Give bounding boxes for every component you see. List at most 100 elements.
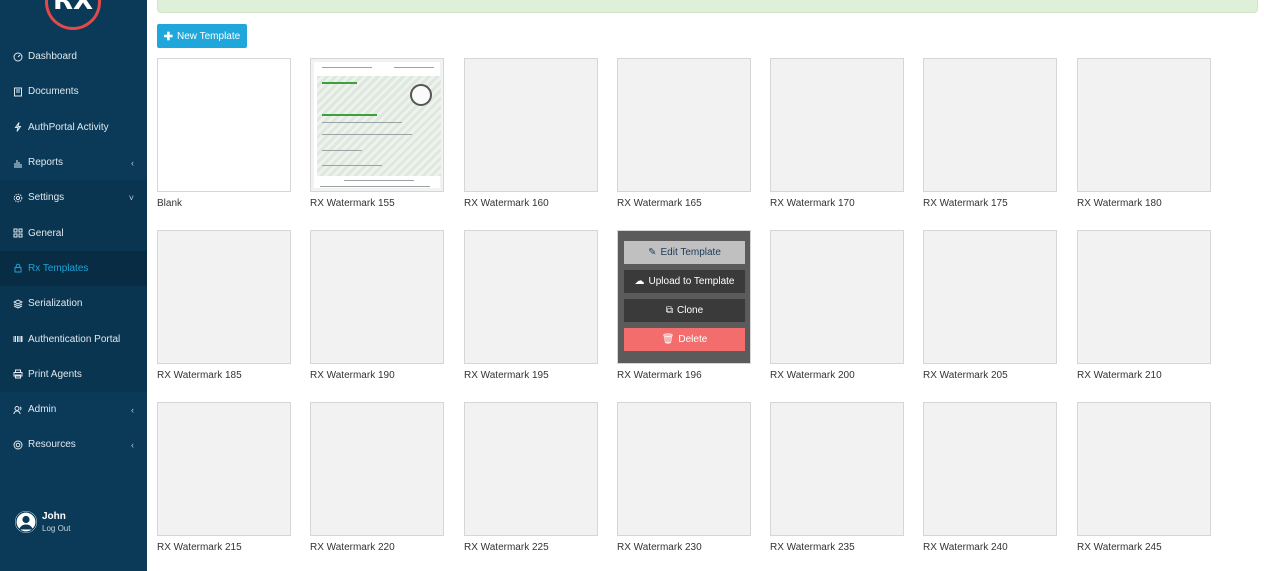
sidebar-item-print-agents[interactable]: Print Agents xyxy=(0,356,147,392)
template-name: Blank xyxy=(157,198,183,209)
template-thumbnail[interactable] xyxy=(310,58,444,192)
template-name: RX Watermark 215 xyxy=(157,542,242,553)
template-name: RX Watermark 170 xyxy=(770,198,855,209)
template-name: RX Watermark 240 xyxy=(923,542,1008,553)
barcode-icon xyxy=(12,333,24,345)
template-name: RX Watermark 200 xyxy=(770,370,855,381)
template-thumbnail[interactable] xyxy=(923,402,1057,536)
template-thumbnail[interactable] xyxy=(464,230,598,364)
avatar[interactable] xyxy=(15,511,37,533)
chevron-left-icon: ‹ xyxy=(131,157,134,168)
template-thumbnail[interactable] xyxy=(310,230,444,364)
pencil-icon: ✎ xyxy=(648,247,657,258)
layers-icon xyxy=(12,298,24,310)
template-card[interactable]: RX Watermark 240 xyxy=(923,402,1057,553)
template-card[interactable]: RX Watermark 190 xyxy=(310,230,444,381)
template-card[interactable]: RX Watermark 225 xyxy=(464,402,598,553)
template-card[interactable]: RX Watermark 160 xyxy=(464,58,598,209)
template-card[interactable]: RX Watermark 205 xyxy=(923,230,1057,381)
template-thumbnail[interactable] xyxy=(310,402,444,536)
template-name: RX Watermark 165 xyxy=(617,198,702,209)
documents-icon xyxy=(12,86,24,98)
plus-icon: ✚ xyxy=(163,30,174,43)
template-thumbnail[interactable] xyxy=(157,230,291,364)
template-card[interactable]: ✎ Edit Template ☁ Upload to Template ⧉ Clone 🗑… xyxy=(617,230,751,381)
template-thumbnail[interactable] xyxy=(617,58,751,192)
template-card[interactable]: Blank xyxy=(157,58,291,209)
sidebar-item-general[interactable]: General xyxy=(0,215,147,251)
template-card[interactable]: RX Watermark 235 xyxy=(770,402,904,553)
upload-to-template-label: Upload to Template xyxy=(648,276,735,287)
template-thumbnail[interactable] xyxy=(617,402,751,536)
template-name: RX Watermark 225 xyxy=(464,542,549,553)
template-card[interactable]: RX Watermark 165 xyxy=(617,58,751,209)
template-card[interactable]: RX Watermark 185 xyxy=(157,230,291,381)
template-name: RX Watermark 230 xyxy=(617,542,702,553)
sidebar-item-authportal-activity[interactable]: AuthPortal Activity xyxy=(0,110,147,145)
sidebar-item-label: Rx Templates xyxy=(28,262,89,274)
grid-icon xyxy=(12,227,24,239)
template-thumbnail[interactable] xyxy=(770,230,904,364)
template-name: RX Watermark 235 xyxy=(770,542,855,553)
lock-icon xyxy=(12,262,24,274)
chevron-down-icon: ˅ xyxy=(128,192,134,203)
rx-logo[interactable]: RX xyxy=(45,0,101,30)
alert-banner xyxy=(157,0,1258,13)
delete-button[interactable]: 🗑 Delete xyxy=(624,328,745,351)
template-thumbnail[interactable] xyxy=(1077,230,1211,364)
template-card[interactable]: RX Watermark 245 xyxy=(1077,402,1211,553)
logo-text: RX xyxy=(52,0,94,16)
sidebar-item-label: Authentication Portal xyxy=(28,333,121,345)
template-thumbnail[interactable]: ✎ Edit Template ☁ Upload to Template ⧉ Clone 🗑… xyxy=(617,230,751,364)
logout-link[interactable]: Log Out xyxy=(42,524,70,533)
template-card[interactable]: RX Watermark 195 xyxy=(464,230,598,381)
template-card[interactable]: RX Watermark 170 xyxy=(770,58,904,209)
sidebar-item-label: Reports xyxy=(28,157,64,169)
edit-template-button[interactable]: ✎ Edit Template xyxy=(624,241,745,264)
template-name: RX Watermark 175 xyxy=(923,198,1008,209)
template-thumbnail[interactable] xyxy=(1077,402,1211,536)
template-thumbnail[interactable] xyxy=(157,402,291,536)
upload-to-template-button[interactable]: ☁ Upload to Template xyxy=(624,270,745,293)
sidebar-item-settings[interactable]: Settings ˅ xyxy=(0,180,147,216)
template-name: RX Watermark 196 xyxy=(617,370,702,381)
template-card[interactable]: RX Watermark 155 xyxy=(310,58,444,209)
template-thumbnail[interactable] xyxy=(157,58,291,192)
template-card[interactable]: RX Watermark 230 xyxy=(617,402,751,553)
template-name: RX Watermark 185 xyxy=(157,370,242,381)
sidebar-item-authentication-portal[interactable]: Authentication Portal xyxy=(0,321,147,357)
sidebar-item-dashboard[interactable]: Dashboard xyxy=(0,39,147,74)
new-template-button[interactable]: ✚ New Template xyxy=(157,24,247,48)
template-card[interactable]: RX Watermark 200 xyxy=(770,230,904,381)
template-card[interactable]: RX Watermark 210 xyxy=(1077,230,1211,381)
template-thumbnail[interactable] xyxy=(770,58,904,192)
sidebar-item-documents[interactable]: Documents xyxy=(0,74,147,109)
template-thumbnail[interactable] xyxy=(464,58,598,192)
template-card[interactable]: RX Watermark 175 xyxy=(923,58,1057,209)
sidebar-item-admin[interactable]: Admin ‹ xyxy=(0,392,147,427)
template-card[interactable]: RX Watermark 215 xyxy=(157,402,291,553)
chevron-left-icon: ‹ xyxy=(131,439,134,450)
template-thumbnail[interactable] xyxy=(770,402,904,536)
sidebar-item-label: Serialization xyxy=(28,298,83,310)
edit-template-label: Edit Template xyxy=(660,247,721,258)
chevron-left-icon: ‹ xyxy=(131,404,134,415)
template-name: RX Watermark 205 xyxy=(923,370,1008,381)
cloud-upload-icon: ☁ xyxy=(634,276,645,287)
sidebar-item-resources[interactable]: Resources ‹ xyxy=(0,427,147,462)
new-template-label: New Template xyxy=(177,30,241,42)
template-card[interactable]: RX Watermark 220 xyxy=(310,402,444,553)
sidebar-item-rx-templates[interactable]: Rx Templates xyxy=(0,250,147,287)
template-thumbnail[interactable] xyxy=(923,230,1057,364)
sidebar-item-serialization[interactable]: Serialization xyxy=(0,286,147,322)
sidebar-item-reports[interactable]: Reports ‹ xyxy=(0,145,147,180)
template-name: RX Watermark 195 xyxy=(464,370,549,381)
template-name: RX Watermark 190 xyxy=(310,370,395,381)
template-thumbnail[interactable] xyxy=(923,58,1057,192)
activity-icon xyxy=(12,121,24,133)
template-card[interactable]: RX Watermark 180 xyxy=(1077,58,1211,209)
template-thumbnail[interactable] xyxy=(1077,58,1211,192)
clone-button[interactable]: ⧉ Clone xyxy=(624,299,745,322)
template-thumbnail[interactable] xyxy=(464,402,598,536)
template-name: RX Watermark 160 xyxy=(464,198,549,209)
